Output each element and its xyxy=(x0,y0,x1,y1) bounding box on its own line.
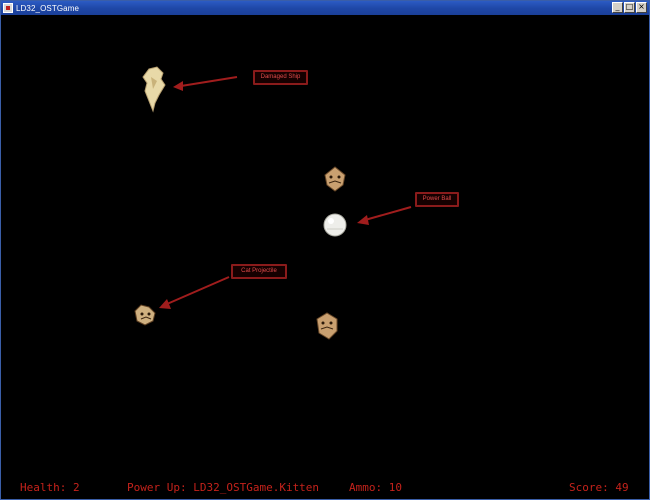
game-window: LD32_OSTGame _ □ × Damaged Ship Power Ba… xyxy=(0,0,650,500)
window-title: LD32_OSTGame xyxy=(16,3,80,13)
health-readout: Health: 2 xyxy=(20,481,80,494)
damaged-ship-arrow xyxy=(173,76,238,91)
kitten-enemy-bottom xyxy=(316,312,338,340)
power-ball-label: Power Ball xyxy=(415,192,459,207)
close-button[interactable]: × xyxy=(636,2,647,13)
minimize-button[interactable]: _ xyxy=(612,2,623,13)
window-controls: _ □ × xyxy=(612,2,647,13)
power-ball-sprite xyxy=(323,213,347,237)
game-scene xyxy=(134,66,412,340)
kitten-enemy-top xyxy=(324,166,346,192)
cat-projectile-sprite xyxy=(134,304,156,326)
maximize-button[interactable]: □ xyxy=(624,2,635,13)
damaged-ship-sprite xyxy=(142,66,166,113)
ammo-readout: Ammo: 10 xyxy=(349,481,402,494)
game-playfield[interactable]: Damaged Ship Power Ball Cat Projectile H… xyxy=(1,15,649,499)
title-bar[interactable]: LD32_OSTGame _ □ × xyxy=(1,1,649,15)
cat-projectile-label: Cat Projectile xyxy=(231,264,287,279)
power-up-readout: Power Up: LD32_OSTGame.Kitten xyxy=(127,481,320,494)
power-ball-arrow xyxy=(357,206,412,225)
score-readout: Score: 49 xyxy=(569,481,629,494)
app-icon xyxy=(3,3,13,13)
damaged-ship-label: Damaged Ship xyxy=(253,70,308,85)
cat-projectile-arrow xyxy=(159,276,230,309)
